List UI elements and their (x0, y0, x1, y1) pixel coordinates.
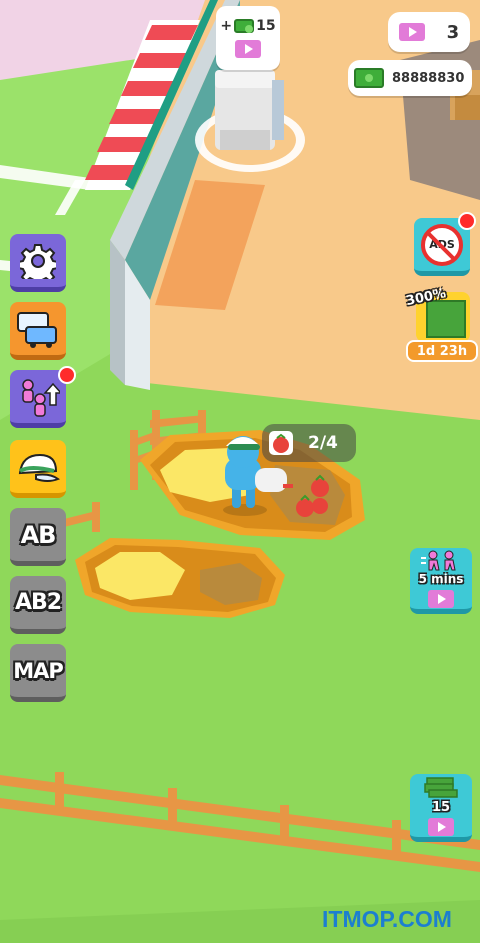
gear-icon (20, 243, 56, 279)
cap-icon (18, 453, 60, 482)
settings-button[interactable] (10, 234, 66, 292)
map-label: MAP (13, 658, 64, 683)
plus-sign: + (220, 18, 233, 34)
harvest-progress-text: 2/4 (308, 433, 338, 453)
truck-icon (17, 311, 57, 348)
cash-icon (234, 19, 255, 33)
ab-button[interactable]: AB (10, 508, 66, 566)
watermark: ITMOP.COM (322, 906, 452, 932)
vehicles-button[interactable] (10, 302, 66, 360)
cash-amount: 88888830 (392, 70, 465, 86)
reward-amount: 15 (256, 18, 276, 34)
ticket-icon (428, 818, 454, 836)
workers-upgrade-icon (22, 378, 60, 417)
ticket-counter[interactable]: 3 (388, 12, 470, 52)
ticket-icon (235, 40, 261, 58)
ticket-icon (428, 590, 454, 608)
workers-notification-dot (58, 366, 76, 384)
boost-timer: 1d 23h (416, 343, 468, 359)
ads-notification-dot (458, 212, 476, 230)
cash-stack-icon (354, 68, 384, 88)
boost-timer-badge: 1d 23h (406, 340, 478, 362)
hat-button[interactable] (10, 440, 66, 498)
reward-card[interactable]: + 15 (216, 6, 280, 70)
ticket-count: 3 (446, 21, 460, 43)
workers-upgrade-button[interactable] (10, 370, 66, 428)
ab-label: AB (20, 520, 57, 549)
ab2-label: AB2 (14, 590, 62, 615)
cash-stack-icon (424, 777, 458, 798)
ticket-icon (398, 23, 425, 41)
tomato-icon (269, 431, 293, 455)
cash-stack-amount: 15 (431, 800, 451, 815)
cash-stack-offer[interactable]: 15 (410, 774, 472, 842)
cash-counter[interactable]: 88888830 (348, 60, 472, 96)
speed-boost-button[interactable]: 5 mins (410, 548, 472, 614)
ab2-button[interactable]: AB2 (10, 576, 66, 634)
map-button[interactable]: MAP (10, 644, 66, 702)
speed-boost-duration: 5 mins (418, 572, 464, 586)
game-world (0, 0, 480, 943)
running-workers-icon (421, 550, 456, 571)
harvest-progress-badge: 2/4 (262, 424, 356, 462)
no-ads-icon: ADS (421, 223, 463, 266)
cash-boost-offer[interactable]: 300% 1d 23h (405, 286, 478, 362)
